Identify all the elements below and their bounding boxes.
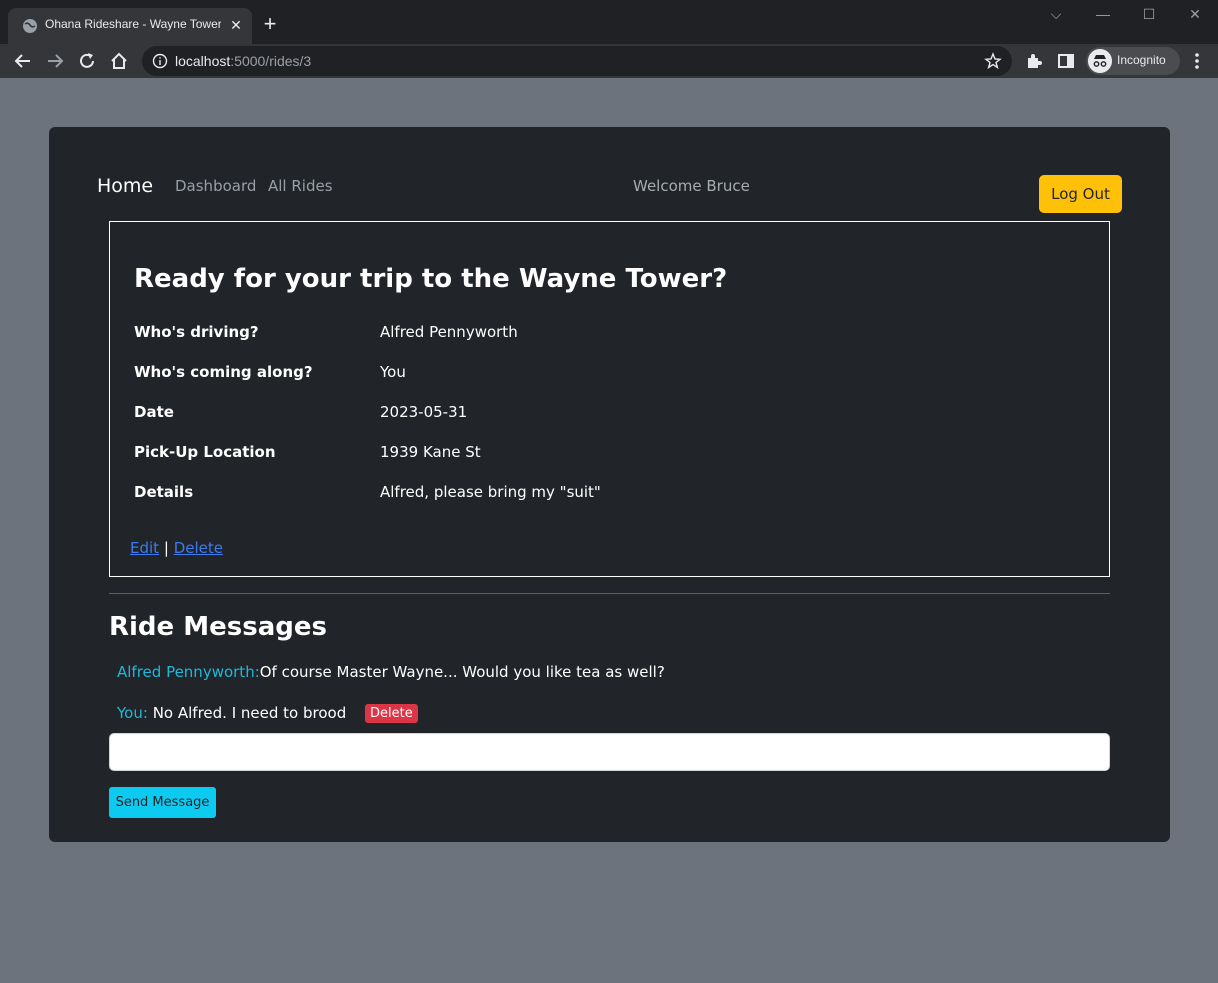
link-separator: |	[163, 539, 169, 557]
incognito-icon	[1088, 49, 1112, 73]
new-tab-icon[interactable]: +	[260, 13, 280, 35]
star-icon[interactable]	[984, 52, 1002, 70]
side-panel-icon[interactable]	[1056, 51, 1076, 71]
page-viewport: Home Dashboard All Rides Welcome Bruce L…	[0, 78, 1218, 983]
nav-home-link[interactable]: Home	[97, 175, 153, 197]
ride-row-label: Pick-Up Location	[134, 443, 276, 461]
globe-icon	[23, 19, 37, 33]
message-input[interactable]	[109, 733, 1110, 771]
logout-button[interactable]: Log Out	[1039, 175, 1122, 213]
browser-tab[interactable]: Ohana Rideshare - Wayne Tower ✕	[8, 8, 252, 44]
message-item: Alfred Pennyworth:Of course Master Wayne…	[117, 663, 665, 681]
kebab-menu-icon[interactable]	[1187, 51, 1207, 71]
message-item: You: No Alfred. I need to brood Delete	[117, 704, 418, 723]
reload-icon[interactable]	[76, 50, 98, 72]
url-text: localhost:5000/rides/3	[175, 53, 311, 69]
message-author: Alfred Pennyworth:	[117, 663, 260, 681]
message-author: You:	[117, 704, 148, 722]
ride-actions: Edit | Delete	[130, 539, 223, 557]
message-text: Of course Master Wayne... Would you like…	[259, 663, 665, 681]
info-icon[interactable]	[152, 53, 168, 69]
close-window-icon[interactable]: ✕	[1185, 6, 1205, 22]
ride-row-label: Who's coming along?	[134, 363, 313, 381]
address-bar[interactable]: localhost:5000/rides/3	[142, 46, 1012, 76]
nav-dashboard-link[interactable]: Dashboard	[175, 177, 256, 195]
ride-row-label: Details	[134, 483, 194, 501]
delete-ride-link[interactable]: Delete	[174, 539, 223, 557]
arrow-right-icon[interactable]	[44, 50, 66, 72]
main-card: Home Dashboard All Rides Welcome Bruce L…	[49, 127, 1170, 842]
browser-toolbar: localhost:5000/rides/3 Incognito	[0, 44, 1218, 78]
message-text: No Alfred. I need to brood	[152, 704, 347, 722]
url-host: localhost	[175, 53, 231, 69]
messages-heading: Ride Messages	[109, 612, 327, 642]
ride-row-value: You	[380, 363, 406, 381]
arrow-left-icon[interactable]	[12, 50, 34, 72]
tab-title: Ohana Rideshare - Wayne Tower	[45, 17, 221, 31]
ride-details-box: Ready for your trip to the Wayne Tower? …	[109, 221, 1110, 577]
ride-row-label: Who's driving?	[134, 323, 259, 341]
ride-row-value: 2023-05-31	[380, 403, 468, 421]
edit-ride-link[interactable]: Edit	[130, 539, 159, 557]
tab-search-icon[interactable]: ⌵	[1046, 6, 1066, 22]
delete-message-button[interactable]: Delete	[365, 704, 418, 723]
ride-heading: Ready for your trip to the Wayne Tower?	[134, 264, 728, 294]
section-divider	[109, 593, 1110, 594]
minimize-icon[interactable]: —	[1093, 6, 1113, 22]
incognito-label: Incognito	[1117, 53, 1166, 67]
ride-row-value: Alfred, please bring my "suit"	[380, 483, 601, 501]
ride-row-value: Alfred Pennyworth	[380, 323, 518, 341]
browser-tab-strip: Ohana Rideshare - Wayne Tower ✕ + ⌵ — ☐ …	[0, 0, 1218, 44]
welcome-text: Welcome Bruce	[633, 177, 750, 195]
maximize-icon[interactable]: ☐	[1139, 6, 1159, 22]
nav-all-rides-link[interactable]: All Rides	[268, 177, 333, 195]
puzzle-icon[interactable]	[1024, 51, 1044, 71]
send-message-button[interactable]: Send Message	[109, 787, 216, 818]
incognito-profile-button[interactable]: Incognito	[1086, 47, 1180, 75]
close-tab-icon[interactable]: ✕	[228, 17, 244, 33]
home-icon[interactable]	[108, 50, 130, 72]
ride-row-label: Date	[134, 403, 174, 421]
ride-row-value: 1939 Kane St	[380, 443, 481, 461]
url-path: :5000/rides/3	[230, 53, 312, 69]
